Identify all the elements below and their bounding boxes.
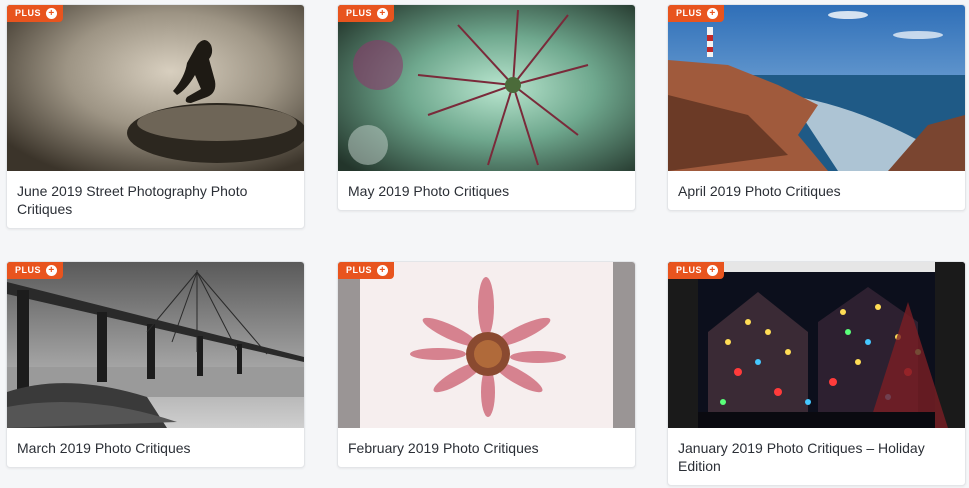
plus-badge-label: PLUS <box>15 265 42 275</box>
plus-badge-label: PLUS <box>15 8 42 18</box>
card-thumbnail[interactable]: PLUS + <box>338 262 635 428</box>
green-flower-closeup-image <box>338 5 635 171</box>
card-thumbnail[interactable]: PLUS + <box>7 262 304 428</box>
card-title[interactable]: May 2019 Photo Critiques <box>338 171 635 210</box>
card-thumbnail[interactable]: PLUS + <box>668 262 965 428</box>
bridge-black-and-white-image <box>7 262 304 428</box>
plus-badge: PLUS + <box>668 262 725 279</box>
plus-circle-icon: + <box>707 8 719 19</box>
card-title[interactable]: March 2019 Photo Critiques <box>7 428 304 467</box>
plus-badge: PLUS + <box>7 262 64 279</box>
plus-badge-label: PLUS <box>676 265 703 275</box>
plus-badge: PLUS + <box>338 5 395 22</box>
lighthouse-coastline-image <box>668 5 965 171</box>
critique-card-march-2019[interactable]: PLUS + March 2019 Photo Critiques <box>6 261 305 468</box>
plus-badge: PLUS + <box>7 5 64 22</box>
plus-circle-icon: + <box>377 265 389 276</box>
card-thumbnail[interactable]: PLUS + <box>7 5 304 171</box>
plus-badge: PLUS + <box>338 262 395 279</box>
card-title[interactable]: April 2019 Photo Critiques <box>668 171 965 210</box>
plus-circle-icon: + <box>46 8 58 19</box>
plus-badge-label: PLUS <box>346 8 373 18</box>
critique-card-february-2019[interactable]: PLUS + February 2019 Photo Critiques <box>337 261 636 468</box>
card-thumbnail[interactable]: PLUS + <box>668 5 965 171</box>
critique-card-june-2019[interactable]: PLUS + June 2019 Street Photography Phot… <box>6 4 305 229</box>
card-title[interactable]: January 2019 Photo Critiques – Holiday E… <box>668 428 965 485</box>
critique-card-january-2019[interactable]: PLUS + January 2019 Photo Critiques – Ho… <box>667 261 966 486</box>
critique-card-may-2019[interactable]: PLUS + May 2019 Photo Critiques <box>337 4 636 211</box>
plus-badge-label: PLUS <box>346 265 373 275</box>
plus-circle-icon: + <box>46 265 58 276</box>
critique-card-april-2019[interactable]: PLUS + April 2019 Photo Critiques <box>667 4 966 211</box>
dried-pink-flower-image <box>338 262 635 428</box>
plus-circle-icon: + <box>377 8 389 19</box>
card-thumbnail[interactable]: PLUS + <box>338 5 635 171</box>
holiday-lights-house-image <box>668 262 965 428</box>
card-title[interactable]: February 2019 Photo Critiques <box>338 428 635 467</box>
plus-badge-label: PLUS <box>676 8 703 18</box>
silhouette-girl-on-rock-image <box>7 5 304 171</box>
card-title[interactable]: June 2019 Street Photography Photo Criti… <box>7 171 304 228</box>
plus-badge: PLUS + <box>668 5 725 22</box>
plus-circle-icon: + <box>707 265 719 276</box>
